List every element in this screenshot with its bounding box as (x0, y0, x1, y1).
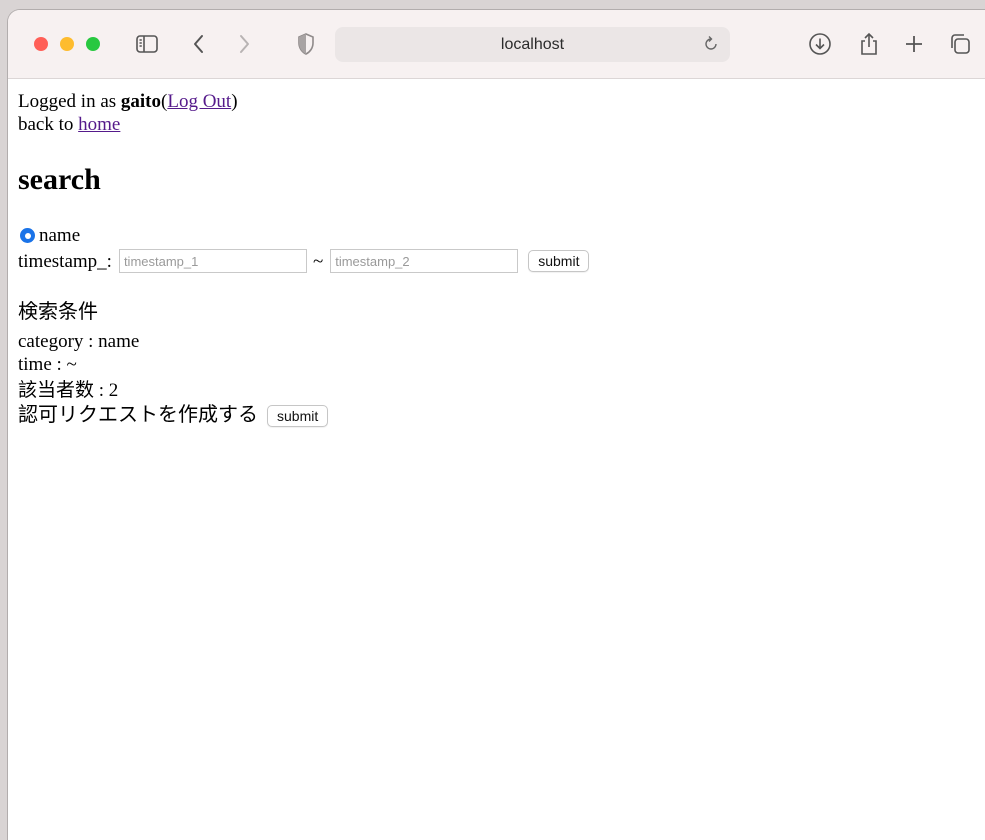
username: gaito (120, 91, 162, 112)
browser-toolbar: localhost (8, 10, 985, 79)
new-tab-plus-icon[interactable] (902, 32, 926, 56)
login-status: Logged in as gaito(Log Out) (18, 90, 983, 113)
home-link[interactable]: home (78, 114, 120, 135)
name-radio-label[interactable]: name (39, 224, 80, 247)
shield-icon[interactable] (294, 32, 318, 56)
time-line: time : ~ (18, 354, 77, 375)
timestamp-1-input[interactable] (118, 249, 307, 273)
minimize-window-button[interactable] (60, 37, 74, 51)
url-text[interactable]: localhost (335, 27, 730, 62)
page-title: search (18, 163, 101, 196)
back-to-home: back to home (18, 113, 983, 136)
back-prefix: back to (18, 114, 79, 135)
create-request-submit-button[interactable]: submit (267, 404, 329, 427)
reload-icon[interactable] (700, 33, 722, 55)
close-window-button[interactable] (34, 37, 48, 51)
browser-window: localhost Logged in as gaito(Log Out) ba… (8, 10, 985, 840)
category-line: category : name (18, 331, 140, 352)
back-chevron-icon[interactable] (187, 32, 211, 56)
conditions-header: 検索条件 (18, 301, 98, 323)
address-bar[interactable]: localhost (335, 27, 730, 62)
zoom-window-button[interactable] (86, 37, 100, 51)
name-radio-option[interactable]: name (18, 224, 80, 247)
forward-chevron-icon[interactable] (232, 32, 256, 56)
range-tilde: ~ (312, 250, 324, 272)
share-icon[interactable] (857, 32, 881, 56)
create-request-row: 認可リクエストを作成する submit (18, 404, 329, 427)
download-icon[interactable] (808, 32, 832, 56)
logout-link[interactable]: Log Out (167, 91, 231, 112)
tab-overview-icon[interactable] (948, 32, 972, 56)
timestamp-row: timestamp_: ~ submit (18, 249, 590, 273)
logged-in-prefix: Logged in as (18, 91, 121, 112)
create-request-label: 認可リクエストを作成する (18, 404, 258, 426)
count-line: 該当者数 : 2 (18, 380, 119, 401)
timestamp-2-input[interactable] (330, 249, 519, 273)
page-content: Logged in as gaito(Log Out) back to home… (8, 79, 985, 840)
logout-close-paren: ) (231, 91, 238, 112)
name-radio-button[interactable] (20, 228, 35, 243)
sidebar-icon[interactable] (135, 32, 159, 56)
search-submit-button[interactable]: submit (528, 250, 590, 272)
timestamp-label: timestamp_: (18, 250, 112, 272)
search-conditions: 検索条件 category : name time : ~ 該当者数 : 2 認… (18, 298, 329, 427)
